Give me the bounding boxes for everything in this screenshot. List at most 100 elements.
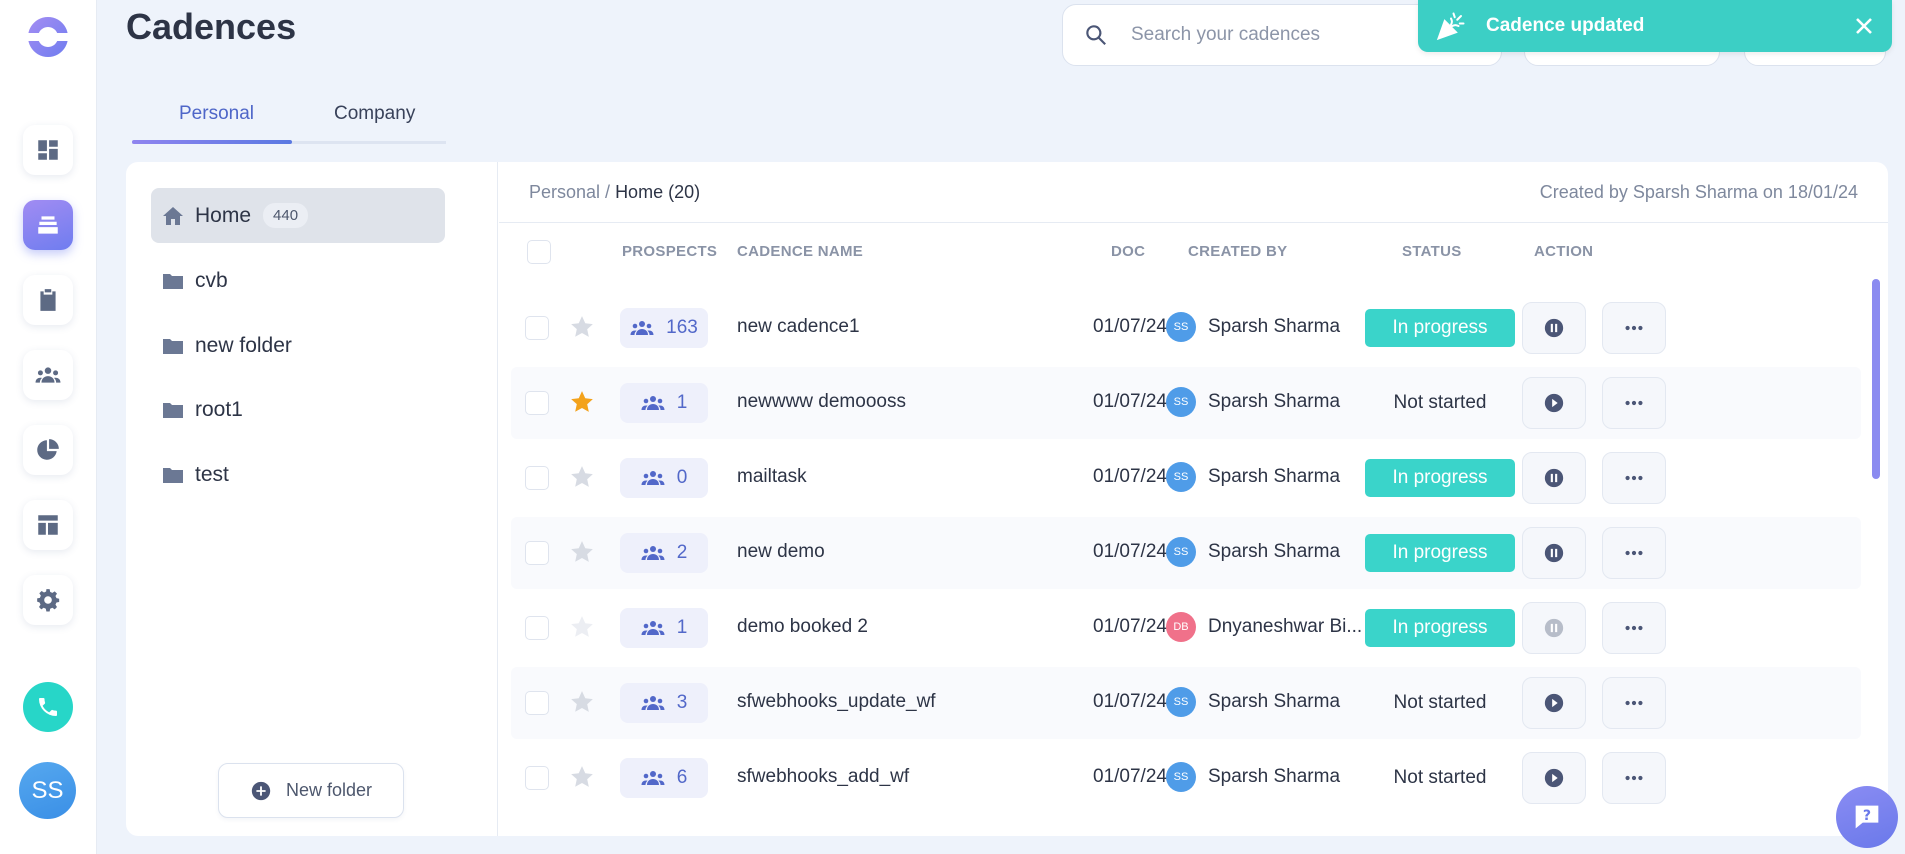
favorite-star[interactable] [569, 464, 595, 490]
folder-home[interactable]: Home 440 [151, 188, 445, 243]
star-icon [571, 691, 593, 712]
tab-personal[interactable]: Personal [179, 103, 254, 125]
main-panel: Home 440 cvb new folder root1 test New f… [126, 162, 1888, 836]
search-input[interactable] [1131, 24, 1431, 46]
table-scrollbar[interactable] [1872, 279, 1880, 479]
pause-icon [1544, 318, 1564, 338]
more-horizontal-icon [1625, 625, 1643, 631]
svg-text:?: ? [1863, 808, 1871, 824]
more-options-button[interactable] [1602, 377, 1666, 429]
folder-new-folder[interactable]: new folder [151, 318, 445, 373]
app-logo-icon[interactable] [24, 13, 72, 61]
pause-button[interactable] [1522, 452, 1586, 504]
play-button[interactable] [1522, 752, 1586, 804]
folder-icon [163, 402, 183, 418]
favorite-star[interactable] [569, 689, 595, 715]
cadence-name[interactable]: new demo [737, 541, 825, 563]
prospects-badge[interactable]: 163 [620, 308, 708, 348]
prospects-badge[interactable]: 3 [620, 683, 708, 723]
table-row[interactable]: 1 newwww demoooss 01/07/24 SS Sparsh Shar… [511, 367, 1861, 439]
folder-label: root1 [195, 397, 243, 421]
play-icon [1544, 768, 1564, 788]
more-options-button[interactable] [1602, 602, 1666, 654]
created-by: SS Sparsh Sharma [1166, 762, 1340, 792]
row-checkbox[interactable] [525, 541, 549, 565]
prospects-badge[interactable]: 1 [620, 608, 708, 648]
toast-close-button[interactable] [1850, 12, 1878, 40]
folder-icon [163, 273, 183, 289]
table-row[interactable]: 2 new demo 01/07/24 SS Sparsh Sharma In p… [511, 517, 1861, 589]
select-all-checkbox[interactable] [527, 240, 551, 264]
more-options-button[interactable] [1602, 752, 1666, 804]
table-row[interactable]: 6 sfwebhooks_add_wf 01/07/24 SS Sparsh Sh… [511, 742, 1861, 814]
cadence-name[interactable]: newwww demoooss [737, 391, 906, 413]
more-options-button[interactable] [1602, 302, 1666, 354]
row-checkbox[interactable] [525, 616, 549, 640]
nav-cadences[interactable] [23, 200, 73, 250]
pause-button[interactable] [1522, 527, 1586, 579]
favorite-star[interactable] [569, 539, 595, 565]
creator-avatar: DB [1166, 612, 1196, 642]
more-options-button[interactable] [1602, 452, 1666, 504]
prospects-badge[interactable]: 0 [620, 458, 708, 498]
folder-cvb[interactable]: cvb [151, 253, 445, 308]
folder-test[interactable]: test [151, 447, 445, 502]
cadence-name[interactable]: mailtask [737, 466, 807, 488]
nav-people[interactable] [23, 350, 73, 400]
row-checkbox[interactable] [525, 766, 549, 790]
nav-settings[interactable] [23, 575, 73, 625]
folder-count-badge: 440 [263, 203, 309, 228]
nav-analytics[interactable] [23, 425, 73, 475]
cadence-name[interactable]: demo booked 2 [737, 616, 868, 638]
cadence-name[interactable]: new cadence1 [737, 316, 860, 338]
favorite-star[interactable] [569, 389, 595, 415]
doc-date: 01/07/24 [1093, 616, 1167, 637]
pause-button[interactable] [1522, 302, 1586, 354]
play-button[interactable] [1522, 677, 1586, 729]
prospects-count: 163 [666, 317, 698, 338]
doc-date: 01/07/24 [1093, 766, 1167, 787]
play-icon [1544, 693, 1564, 713]
more-horizontal-icon [1625, 400, 1643, 406]
table-row[interactable]: 0 mailtask 01/07/24 SS Sparsh Sharma In p… [511, 442, 1861, 514]
new-folder-button[interactable]: New folder [218, 763, 404, 818]
creator-avatar: SS [1166, 312, 1196, 342]
user-avatar[interactable]: SS [19, 762, 76, 819]
row-checkbox[interactable] [525, 391, 549, 415]
cadence-name[interactable]: sfwebhooks_update_wf [737, 691, 936, 713]
prospects-badge[interactable]: 2 [620, 533, 708, 573]
nav-templates[interactable] [23, 500, 73, 550]
row-checkbox[interactable] [525, 466, 549, 490]
table-row[interactable]: 163 new cadence1 01/07/24 SS Sparsh Sharm… [511, 292, 1861, 364]
prospects-badge[interactable]: 6 [620, 758, 708, 798]
favorite-star[interactable] [569, 614, 595, 640]
star-icon [571, 541, 593, 562]
table-row[interactable]: 1 demo booked 2 01/07/24 DB Dnyaneshwar B… [511, 592, 1861, 664]
row-checkbox[interactable] [525, 316, 549, 340]
cadence-name[interactable]: sfwebhooks_add_wf [737, 766, 909, 788]
star-icon [571, 316, 593, 337]
row-checkbox[interactable] [525, 691, 549, 715]
star-icon [571, 466, 593, 487]
created-by: SS Sparsh Sharma [1166, 312, 1340, 342]
folder-label: new folder [195, 333, 292, 357]
help-button[interactable]: ? [1836, 786, 1898, 848]
more-options-button[interactable] [1602, 677, 1666, 729]
prospects-count: 1 [676, 392, 688, 413]
favorite-star[interactable] [569, 314, 595, 340]
prospects-count: 1 [676, 617, 688, 638]
table-row[interactable]: 3 sfwebhooks_update_wf 01/07/24 SS Sparsh… [511, 667, 1861, 739]
prospects-badge[interactable]: 1 [620, 383, 708, 423]
favorite-star[interactable] [569, 764, 595, 790]
play-button[interactable] [1522, 377, 1586, 429]
tab-company[interactable]: Company [334, 103, 415, 125]
prospects-count: 6 [676, 767, 688, 788]
status-badge: In progress [1365, 459, 1515, 497]
doc-date: 01/07/24 [1093, 391, 1167, 412]
more-options-button[interactable] [1602, 527, 1666, 579]
nav-tasks[interactable] [23, 275, 73, 325]
breadcrumb-parent[interactable]: Personal / [529, 182, 610, 202]
call-button[interactable] [23, 682, 73, 732]
nav-dashboard[interactable] [23, 125, 73, 175]
folder-root1[interactable]: root1 [151, 382, 445, 437]
